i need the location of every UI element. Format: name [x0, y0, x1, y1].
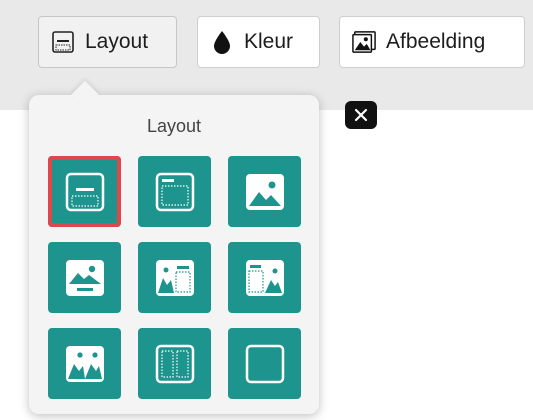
close-button[interactable] [345, 101, 377, 129]
popover-title: Layout [146, 116, 202, 136]
layout-image-left-text-right-icon [155, 259, 194, 296]
layout-option-image-left[interactable] [138, 242, 211, 313]
layout-option-text-bottom[interactable] [48, 156, 121, 227]
toolbar: Layout Kleur Afbeelding [0, 0, 533, 88]
layout-option-two-images[interactable] [48, 328, 121, 399]
image-button[interactable]: Afbeelding [339, 16, 525, 68]
image-button-label: Afbeelding [386, 30, 486, 53]
layout-two-columns-icon [155, 344, 194, 383]
layout-grid [48, 156, 301, 399]
layout-option-image-top[interactable] [48, 242, 121, 313]
layout-text-bottom-icon [65, 172, 104, 211]
layout-option-image-full[interactable] [228, 156, 301, 227]
layout-two-images-icon [65, 345, 104, 382]
layout-option-text-left[interactable] [228, 242, 301, 313]
layout-image-top-text-bottom-icon [65, 259, 104, 296]
image-icon [352, 30, 376, 54]
layout-popover: Layout [29, 80, 319, 414]
color-button[interactable]: Kleur [197, 16, 320, 68]
layout-button[interactable]: Layout [38, 16, 177, 68]
layout-icon [51, 30, 75, 54]
layout-image-full-icon [245, 173, 284, 210]
layout-text-top-icon [155, 172, 194, 211]
close-icon [354, 108, 368, 122]
layout-option-blank[interactable] [228, 328, 301, 399]
layout-button-label: Layout [85, 30, 149, 53]
layout-option-text-top[interactable] [138, 156, 211, 227]
droplet-icon [210, 30, 234, 54]
layout-text-left-image-right-icon [245, 259, 284, 296]
layout-blank-icon [245, 344, 284, 383]
layout-option-two-columns[interactable] [138, 328, 211, 399]
color-button-label: Kleur [244, 30, 294, 53]
